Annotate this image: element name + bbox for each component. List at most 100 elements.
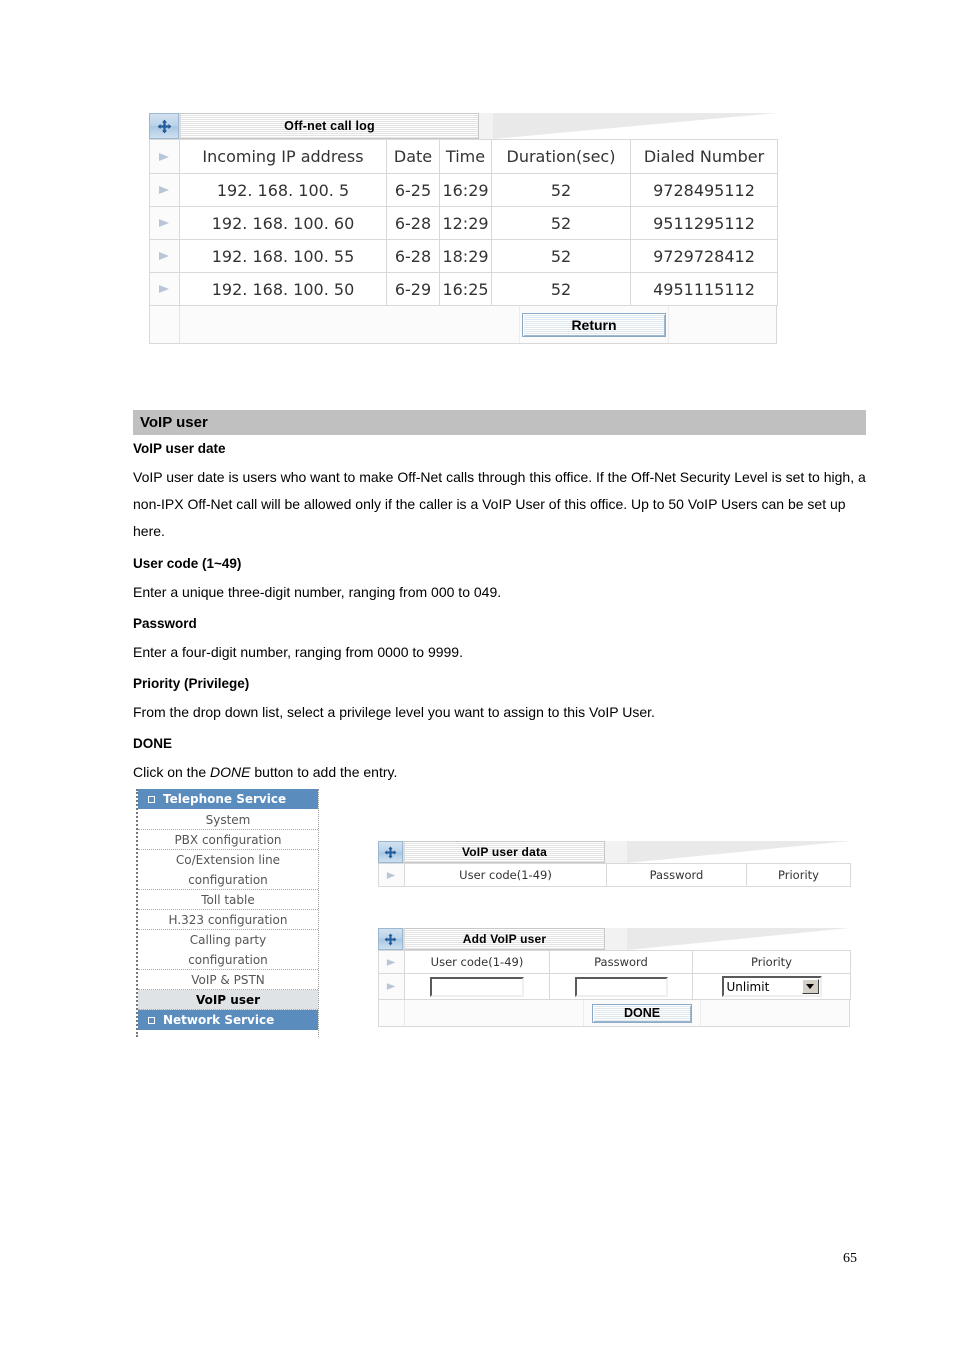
titlebar-gap xyxy=(605,841,627,863)
paragraph-priority: From the drop down list, select a privil… xyxy=(133,703,655,720)
cell-duration: 52 xyxy=(491,206,631,240)
column-header-user-code: User code(1-49) xyxy=(404,950,550,974)
titlebar-ramp xyxy=(493,113,777,139)
move-resize-icon[interactable] xyxy=(378,928,403,950)
footer-spacer-right xyxy=(701,1000,849,1026)
sidebar-item-co-extension-line-configuration[interactable]: configuration xyxy=(138,870,318,890)
table-row[interactable]: 192. 168. 100. 5 6-25 16:29 52 972849511… xyxy=(149,173,778,207)
cell-date: 6-28 xyxy=(386,239,440,273)
subheading-voip-user-date: VoIP user date xyxy=(133,441,226,456)
sidebar-item-pbx-configuration[interactable]: PBX configuration xyxy=(138,830,318,850)
sidebar-group-network-service[interactable]: Network Service xyxy=(138,1010,318,1031)
subheading-password: Password xyxy=(133,615,197,631)
sidebar-item-label: VoIP & PSTN xyxy=(191,972,265,987)
row-marker[interactable] xyxy=(149,206,180,240)
cell-dialed: 9729728412 xyxy=(630,239,778,273)
column-header-time: Time xyxy=(439,139,492,174)
call-log-footer: Return xyxy=(149,306,777,344)
add-voip-user-table: User code(1-49) Password Priority Unlimi… xyxy=(378,950,851,1000)
expand-box-icon xyxy=(148,795,155,803)
sidebar-item-calling-party[interactable]: Calling party xyxy=(138,930,318,950)
titlebar-gap xyxy=(605,928,627,950)
cell-date: 6-25 xyxy=(386,173,440,207)
sidebar-item-voip-user[interactable]: VoIP user xyxy=(138,990,318,1010)
sidebar-group-label: Network Service xyxy=(163,1013,275,1027)
cell-dialed: 9728495112 xyxy=(630,173,778,207)
row-marker xyxy=(378,863,405,887)
chevron-down-icon[interactable] xyxy=(801,979,819,994)
page-number: 65 xyxy=(843,1251,857,1266)
column-header-ip: Incoming IP address xyxy=(179,139,387,174)
sidebar-item-voip-and-pstn[interactable]: VoIP & PSTN xyxy=(138,970,318,990)
sidebar-item-label: configuration xyxy=(188,952,268,967)
doc-body: VoIP user date VoIP user date is users w… xyxy=(133,441,870,797)
off-net-call-log-panel: Off-net call log Incoming IP address Dat… xyxy=(149,113,778,344)
row-marker[interactable] xyxy=(378,973,405,1000)
sidebar-nav: Telephone Service System PBX configurati… xyxy=(136,789,319,1037)
cell-time: 16:25 xyxy=(439,272,492,306)
return-button[interactable]: Return xyxy=(522,312,666,337)
panel-title: Off-net call log xyxy=(179,113,479,139)
sidebar-item-h323-configuration[interactable]: H.323 configuration xyxy=(138,910,318,930)
cell-time: 16:29 xyxy=(439,173,492,207)
sidebar-item-label: configuration xyxy=(188,872,268,887)
column-header-dialed: Dialed Number xyxy=(630,139,778,174)
table-row[interactable]: 192. 168. 100. 55 6-28 18:29 52 97297284… xyxy=(149,239,778,273)
add-voip-user-titlebar: Add VoIP user xyxy=(378,928,850,950)
cell-time: 18:29 xyxy=(439,239,492,273)
column-header-priority: Priority xyxy=(692,950,851,974)
cell-duration: 52 xyxy=(491,239,631,273)
sidebar-item-calling-party-configuration[interactable]: configuration xyxy=(138,950,318,970)
row-marker xyxy=(149,139,180,174)
row-marker[interactable] xyxy=(149,272,180,306)
column-header-password: Password xyxy=(606,863,747,887)
footer-spacer-left xyxy=(150,306,180,343)
cell-date: 6-28 xyxy=(386,206,440,240)
row-marker xyxy=(378,950,405,974)
priority-select[interactable]: Unlimit xyxy=(721,976,822,997)
footer-spacer-mid xyxy=(180,306,519,343)
panel-title: Add VoIP user xyxy=(403,928,605,950)
column-header-date: Date xyxy=(386,139,440,174)
subheading-done: DONE xyxy=(133,736,173,752)
sidebar-item-toll-table[interactable]: Toll table xyxy=(138,890,318,910)
sidebar-item-label: Toll table xyxy=(201,892,255,907)
paragraph-voip-user-date: VoIP user date is users who want to make… xyxy=(133,468,866,540)
column-header-user-code: User code(1-49) xyxy=(404,863,607,887)
off-net-call-log-table: Incoming IP address Date Time Duration(s… xyxy=(149,139,778,306)
voip-user-data-table: User code(1-49) Password Priority xyxy=(378,863,851,887)
footer-spacer-right xyxy=(669,306,776,343)
sidebar-item-co-extension-line[interactable]: Co/Extension line xyxy=(138,850,318,870)
voip-user-data-titlebar: VoIP user data xyxy=(378,841,850,863)
expand-box-icon xyxy=(148,1016,155,1024)
subheading-priority: Priority (Privilege) xyxy=(133,676,250,692)
row-marker[interactable] xyxy=(149,239,180,273)
sidebar-item-label: PBX configuration xyxy=(174,832,282,847)
sidebar-item-label: VoIP user xyxy=(195,992,261,1007)
move-resize-icon[interactable] xyxy=(378,841,403,863)
sidebar-group-telephone-service[interactable]: Telephone Service xyxy=(138,789,318,810)
cell-dialed: 4951115112 xyxy=(630,272,778,306)
sidebar-item-system[interactable]: System xyxy=(138,810,318,830)
cell-ip: 192. 168. 100. 50 xyxy=(179,272,387,306)
cell-duration: 52 xyxy=(491,272,631,306)
move-resize-icon[interactable] xyxy=(149,113,179,139)
table-row[interactable]: 192. 168. 100. 60 6-28 12:29 52 95112951… xyxy=(149,206,778,240)
sidebar-item-label: H.323 configuration xyxy=(168,912,288,927)
page-title: VoIP user xyxy=(133,410,866,435)
done-text-pre: Click on the xyxy=(133,764,211,780)
cell-ip: 192. 168. 100. 55 xyxy=(179,239,387,273)
password-input[interactable] xyxy=(574,976,668,997)
row-marker[interactable] xyxy=(149,173,180,207)
sidebar-item-label: System xyxy=(205,812,251,827)
voip-user-data-panel: VoIP user data User code(1-49) Password … xyxy=(378,841,851,887)
off-net-call-log-titlebar: Off-net call log xyxy=(149,113,777,139)
table-row[interactable]: 192. 168. 100. 50 6-29 16:25 52 49511151… xyxy=(149,272,778,306)
footer-spacer-mid xyxy=(405,1000,583,1026)
table-header-row: User code(1-49) Password Priority xyxy=(378,950,851,974)
sidebar-group-label: Telephone Service xyxy=(163,792,287,806)
done-button[interactable]: DONE xyxy=(592,1003,692,1023)
user-code-input[interactable] xyxy=(430,976,524,997)
sidebar-item-label: Co/Extension line xyxy=(175,853,281,867)
column-header-priority: Priority xyxy=(746,863,851,887)
